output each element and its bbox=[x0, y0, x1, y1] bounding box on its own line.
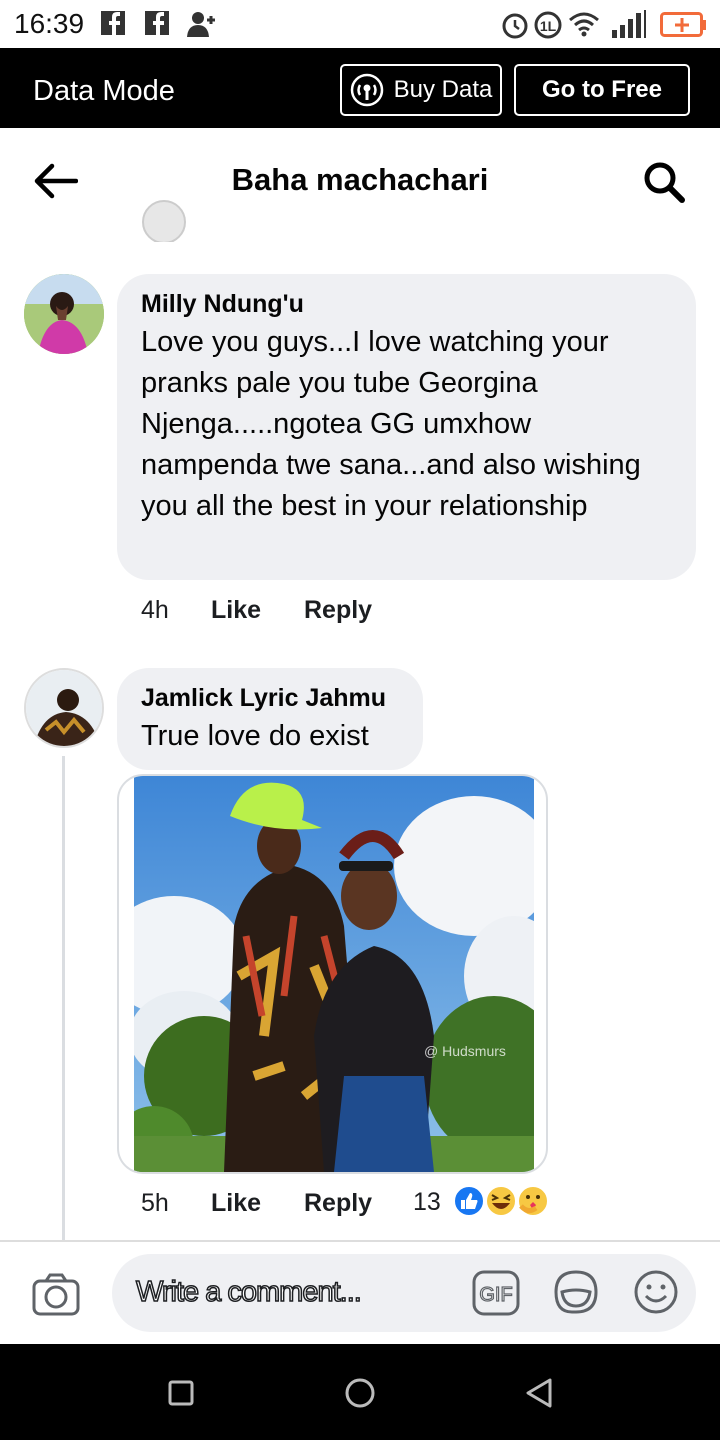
search-icon[interactable] bbox=[642, 160, 686, 209]
comment-time: 5h bbox=[141, 1189, 169, 1217]
couple-photo: @ Hudsmurs bbox=[134, 776, 534, 1172]
haha-reaction-icon bbox=[484, 1184, 518, 1223]
like-button[interactable]: Like bbox=[211, 1189, 261, 1218]
comment-bubble: Jamlick Lyric Jahmu True love do exist bbox=[117, 668, 423, 770]
gif-icon[interactable]: GIF bbox=[472, 1270, 520, 1321]
facebook-notification-icon bbox=[100, 10, 126, 41]
photo-watermark: @ Hudsmurs bbox=[424, 1043, 506, 1059]
comment-text: True love do exist bbox=[141, 720, 369, 752]
camera-icon[interactable] bbox=[32, 1272, 80, 1321]
buy-data-label: Buy Data bbox=[393, 76, 493, 103]
reply-button[interactable]: Reply bbox=[304, 596, 372, 625]
status-time: 16:39 bbox=[14, 8, 85, 39]
comment-bubble: Milly Ndung'u Love you guys...I love wat… bbox=[117, 274, 696, 580]
back-icon[interactable] bbox=[524, 1377, 556, 1414]
friend-request-icon bbox=[186, 10, 218, 43]
avatar[interactable] bbox=[24, 668, 104, 748]
sim-1-icon: 1L bbox=[533, 10, 563, 45]
comment-text: Love you guys...I love watching your pra… bbox=[141, 326, 641, 522]
recent-apps-icon[interactable] bbox=[168, 1380, 194, 1411]
reply-button[interactable]: Reply bbox=[304, 1189, 372, 1218]
like-reaction-icon bbox=[452, 1184, 486, 1223]
signal-icon bbox=[610, 10, 650, 43]
alarm-icon bbox=[500, 10, 530, 45]
comment-placeholder: Write a comment... bbox=[135, 1275, 362, 1309]
status-bar: 16:39 1L bbox=[0, 0, 720, 48]
go-to-free-label: Go to Free bbox=[541, 76, 662, 103]
battery-icon bbox=[660, 12, 708, 43]
broadcast-icon bbox=[350, 73, 384, 107]
comment-author[interactable]: Milly Ndung'u bbox=[141, 290, 671, 319]
previous-comment-avatar bbox=[142, 200, 186, 242]
data-mode-bar: Data Mode Buy Data Go to Free bbox=[0, 48, 720, 128]
comment-composer: Write a comment... GIF bbox=[0, 1240, 720, 1346]
data-mode-title: Data Mode bbox=[33, 75, 175, 107]
page-title: Baha machachari bbox=[231, 162, 489, 197]
go-to-free-button[interactable]: Go to Free bbox=[514, 64, 690, 116]
comment-time: 4h bbox=[141, 596, 169, 624]
avatar[interactable] bbox=[24, 274, 104, 354]
care-reaction-icon bbox=[516, 1184, 550, 1223]
comment-photo[interactable]: @ Hudsmurs bbox=[117, 774, 548, 1174]
facebook-notification-icon bbox=[144, 10, 170, 41]
comment-input[interactable]: Write a comment... GIF bbox=[112, 1254, 696, 1332]
comment-author[interactable]: Jamlick Lyric Jahmu bbox=[141, 684, 386, 713]
like-button[interactable]: Like bbox=[211, 596, 261, 625]
reaction-count[interactable]: 13 bbox=[413, 1188, 441, 1217]
emoji-icon[interactable] bbox=[632, 1268, 680, 1321]
app-header: Baha machachari bbox=[0, 128, 720, 232]
svg-text:GIF: GIF bbox=[479, 1284, 512, 1306]
svg-text:1L: 1L bbox=[540, 18, 557, 34]
home-icon[interactable] bbox=[344, 1377, 376, 1414]
system-nav-bar bbox=[0, 1344, 720, 1440]
wifi-icon bbox=[568, 10, 600, 43]
sticker-icon[interactable] bbox=[552, 1268, 600, 1321]
thread-line bbox=[62, 756, 65, 1240]
buy-data-button[interactable]: Buy Data bbox=[340, 64, 502, 116]
